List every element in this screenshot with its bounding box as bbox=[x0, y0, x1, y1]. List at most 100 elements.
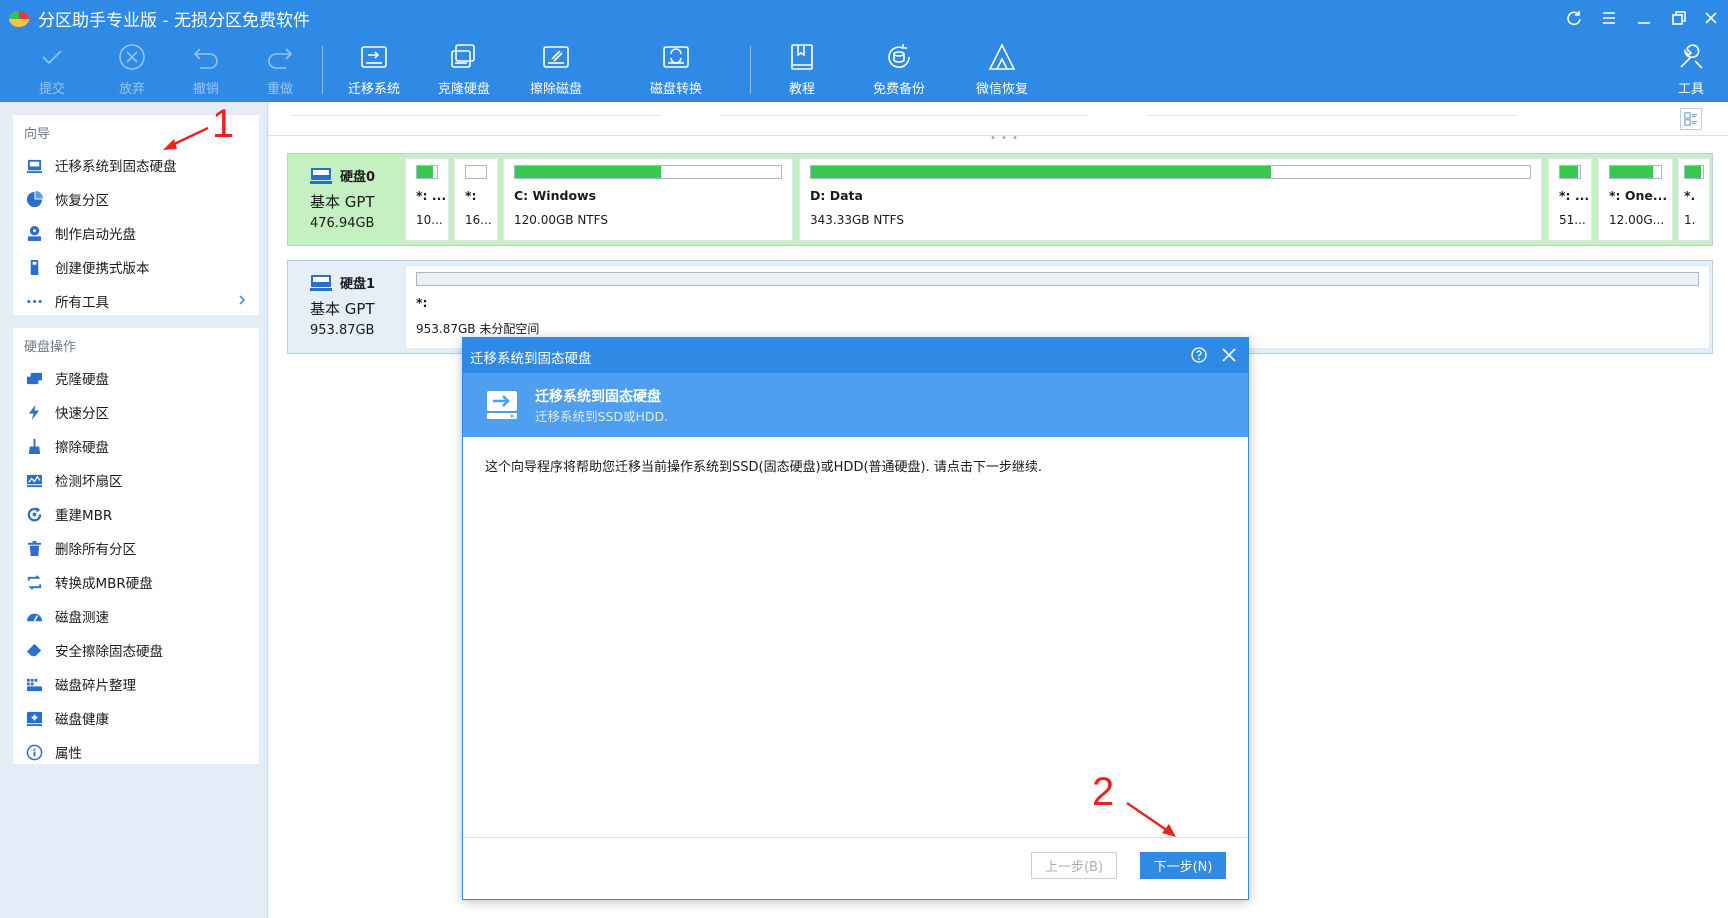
redo-button[interactable]: 重做 bbox=[236, 40, 324, 100]
sidebar-item-quick-partition[interactable]: 快速分区 bbox=[13, 396, 259, 428]
defrag-icon bbox=[25, 675, 43, 693]
usage-bar bbox=[1609, 165, 1662, 179]
convert-disk-button[interactable]: 磁盘转换 bbox=[632, 40, 720, 100]
submit-button[interactable]: 提交 bbox=[8, 40, 96, 100]
banner-title: 迁移系统到固态硬盘 bbox=[535, 389, 661, 405]
partition-block[interactable]: *: 16... bbox=[454, 158, 498, 241]
annotation-arrow-2 bbox=[1126, 802, 1176, 837]
disk-type: 基本 GPT bbox=[310, 193, 375, 211]
sidebar-item-defrag[interactable]: 磁盘碎片整理 bbox=[13, 668, 259, 700]
migrate-ssd-icon bbox=[487, 391, 517, 419]
wipe-disk-icon bbox=[25, 437, 43, 455]
migrate-ssd-icon bbox=[25, 156, 43, 174]
window-title: 分区助手专业版 - 无损分区免费软件 bbox=[38, 11, 310, 31]
partition-d-data[interactable]: D: Data 343.33GB NTFS bbox=[799, 158, 1542, 241]
sidebar-item-secure-erase[interactable]: 安全擦除固态硬盘 bbox=[13, 634, 259, 666]
partition-block[interactable]: *: One... 12.00G... bbox=[1598, 158, 1673, 241]
info-icon bbox=[25, 743, 43, 761]
clone-disk-button[interactable]: 克隆硬盘 bbox=[420, 40, 508, 100]
sidebar-item-bad-sector[interactable]: 检测坏扇区 bbox=[13, 464, 259, 496]
next-button[interactable]: 下一步(N) bbox=[1140, 852, 1226, 879]
close-icon[interactable] bbox=[1696, 4, 1726, 32]
splitter-handle[interactable]: • • • bbox=[990, 133, 1019, 144]
wizard-section-title: 向导 bbox=[24, 127, 51, 142]
sidebar-item-all-tools[interactable]: 所有工具 bbox=[13, 285, 259, 317]
sidebar-item-wipe-disk[interactable]: 擦除硬盘 bbox=[13, 430, 259, 462]
tutorial-icon bbox=[785, 40, 819, 74]
usage-bar bbox=[416, 272, 1699, 286]
partition-block[interactable]: *: ... 51... bbox=[1548, 158, 1592, 241]
recovery-icon bbox=[985, 40, 1019, 74]
hard-disk-icon bbox=[310, 274, 332, 291]
wipe-disk-icon bbox=[539, 40, 573, 74]
previous-button[interactable]: 上一步(B) bbox=[1031, 852, 1117, 879]
rebuild-mbr-icon bbox=[25, 505, 43, 523]
wipe-disk-button[interactable]: 擦除磁盘 bbox=[512, 40, 600, 100]
partition-list-strip bbox=[269, 102, 1728, 136]
sidebar-item-bootable-media[interactable]: 制作启动光盘 bbox=[13, 217, 259, 249]
sidebar-item-speed-test[interactable]: 磁盘测速 bbox=[13, 600, 259, 632]
usage-bar bbox=[514, 165, 782, 179]
disk-operations-panel: 硬盘操作 克隆硬盘 快速分区 擦除硬盘 检测坏扇区 重建MBR 删除所有分区 转… bbox=[13, 328, 259, 764]
restore-icon[interactable] bbox=[1664, 4, 1694, 32]
hard-disk-icon bbox=[310, 167, 332, 184]
sidebar-item-properties[interactable]: 属性 bbox=[13, 736, 259, 768]
menu-icon[interactable] bbox=[1594, 4, 1624, 32]
sidebar-item-recover-partition[interactable]: 恢复分区 bbox=[13, 183, 259, 215]
sidebar-item-disk-health[interactable]: 磁盘健康 bbox=[13, 702, 259, 734]
dialog-banner: 迁移系统到固态硬盘 迁移系统到SSD或HDD. bbox=[463, 373, 1248, 437]
usage-bar bbox=[1684, 165, 1704, 179]
disk-info: 硬盘1 基本 GPT 953.87GB bbox=[288, 261, 405, 353]
recover-partition-icon bbox=[25, 190, 43, 208]
more-icon bbox=[25, 292, 43, 310]
disk-name: 硬盘1 bbox=[340, 277, 376, 292]
refresh-icon[interactable] bbox=[1559, 4, 1589, 32]
sidebar-item-rebuild-mbr[interactable]: 重建MBR bbox=[13, 498, 259, 530]
disk-health-icon bbox=[25, 709, 43, 727]
migrate-os-button[interactable]: 迁移系统 bbox=[330, 40, 418, 100]
sidebar-item-convert-mbr[interactable]: 转换成MBR硬盘 bbox=[13, 566, 259, 598]
disk-type: 基本 GPT bbox=[310, 300, 375, 318]
minimize-icon[interactable] bbox=[1629, 4, 1659, 32]
convert-mbr-icon bbox=[25, 573, 43, 591]
view-toggle-icon[interactable] bbox=[1680, 108, 1702, 130]
disk-size: 953.87GB bbox=[310, 323, 375, 338]
tools-button[interactable]: 工具 bbox=[1650, 40, 1728, 100]
sidebar-item-delete-all[interactable]: 删除所有分区 bbox=[13, 532, 259, 564]
partition-block[interactable]: *. 1. bbox=[1678, 158, 1710, 241]
help-icon[interactable] bbox=[1190, 346, 1208, 364]
usage-bar bbox=[1559, 165, 1581, 179]
sidebar-item-portable-version[interactable]: 创建便携式版本 bbox=[13, 251, 259, 283]
backup-icon bbox=[882, 40, 916, 74]
title-bar: 分区助手专业版 - 无损分区免费软件 bbox=[0, 0, 1728, 36]
free-backup-button[interactable]: 免费备份 bbox=[855, 40, 943, 100]
banner-subtitle: 迁移系统到SSD或HDD. bbox=[535, 409, 669, 424]
disk-row[interactable]: 硬盘0 基本 GPT 476.94GB *: ... 10... *: 16..… bbox=[287, 153, 1713, 246]
usage-bar bbox=[416, 165, 438, 179]
annotation-arrow-1 bbox=[163, 126, 209, 150]
bootable-media-icon bbox=[25, 224, 43, 242]
annotation-step-1: 1 bbox=[212, 102, 235, 146]
clone-disk-icon bbox=[447, 40, 481, 74]
sidebar-item-clone-disk[interactable]: 克隆硬盘 bbox=[13, 362, 259, 394]
dialog-description: 这个向导程序将帮助您迁移当前操作系统到SSD(固态硬盘)或HDD(普通硬盘). … bbox=[485, 460, 1042, 475]
usage-bar bbox=[810, 165, 1531, 179]
tutorial-button[interactable]: 教程 bbox=[758, 40, 846, 100]
dialog-close-icon[interactable] bbox=[1220, 346, 1238, 364]
undo-icon bbox=[189, 40, 223, 74]
dialog-title-bar: 迁移系统到固态硬盘 bbox=[463, 338, 1248, 373]
app-logo-icon bbox=[8, 7, 30, 29]
toolbar: 提交 放弃 撤销 重做 迁移系统 克隆硬盘 擦除磁盘 磁盘转换 教程 免费备份 … bbox=[0, 36, 1728, 102]
sidebar-item-migrate-ssd[interactable]: 迁移系统到固态硬盘 bbox=[13, 149, 259, 181]
bad-sector-icon bbox=[25, 471, 43, 489]
wechat-recovery-button[interactable]: 微信恢复 bbox=[958, 40, 1046, 100]
check-icon bbox=[35, 40, 69, 74]
disk-info: 硬盘0 基本 GPT 476.94GB bbox=[288, 154, 405, 245]
clone-disk-icon bbox=[25, 369, 43, 387]
annotation-step-2: 2 bbox=[1092, 770, 1115, 814]
secure-erase-icon bbox=[25, 641, 43, 659]
toolbar-separator bbox=[322, 46, 323, 94]
partition-c-windows[interactable]: C: Windows 120.00GB NTFS bbox=[503, 158, 793, 241]
partition-block[interactable]: *: ... 10... bbox=[405, 158, 449, 241]
disk-size: 476.94GB bbox=[310, 216, 375, 231]
